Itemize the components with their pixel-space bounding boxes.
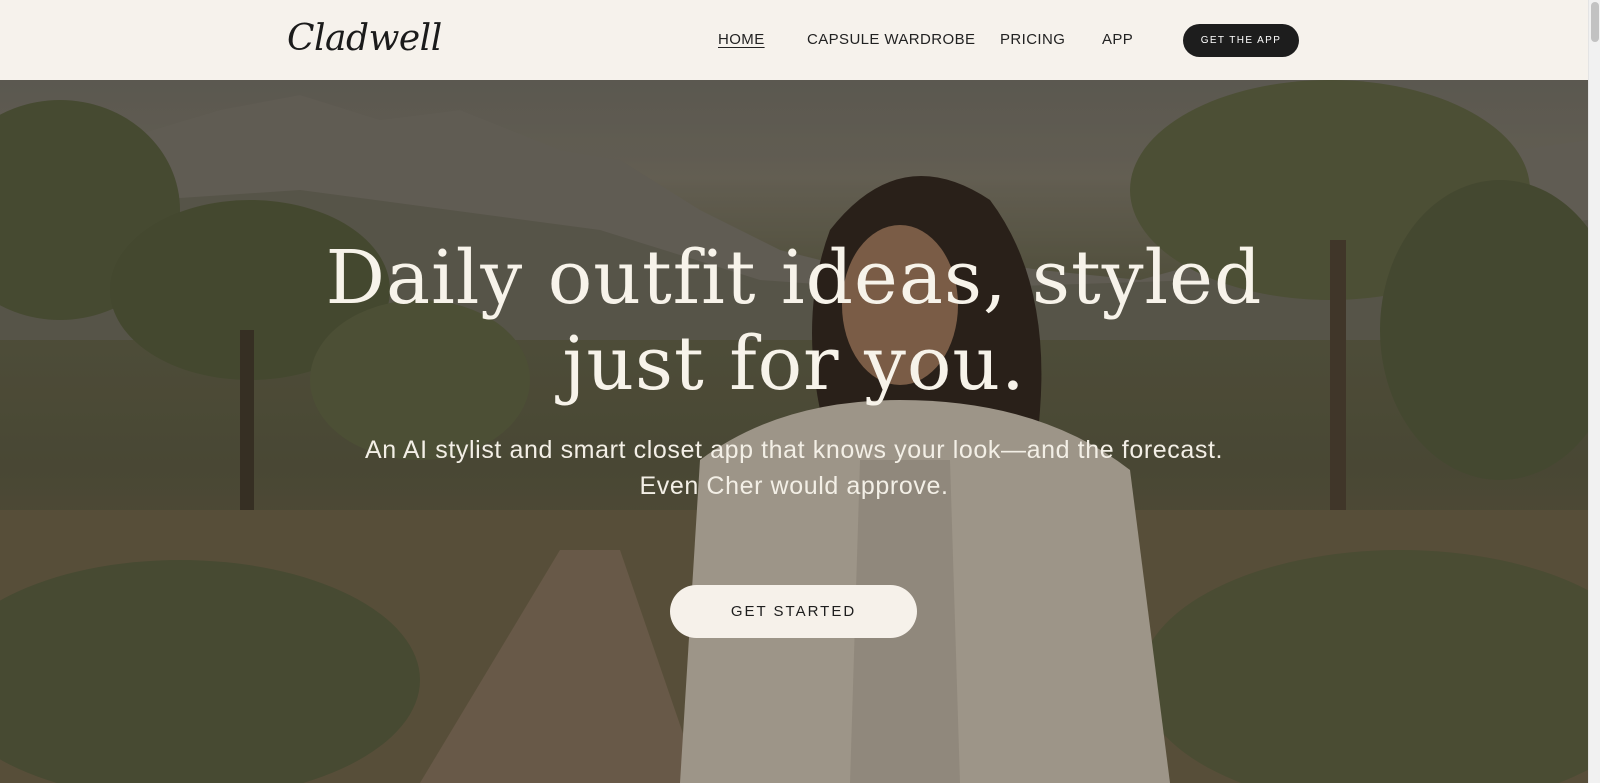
hero-subtitle-line-1: An AI stylist and smart closet app that … [364, 436, 1224, 464]
hero-headline-line-2: just for you. [562, 321, 1026, 407]
nav-link-home[interactable]: HOME [718, 31, 765, 48]
get-started-button[interactable]: GET STARTED [670, 585, 917, 638]
nav-link-app[interactable]: APP [1102, 31, 1133, 48]
scrollbar-thumb[interactable] [1591, 2, 1599, 42]
hero-subtitle: An AI stylist and smart closet app that … [0, 432, 1588, 504]
site-header: Cladwell HOME CAPSULE WARDROBE PRICING A… [0, 0, 1588, 80]
cladwell-logo[interactable]: Cladwell [287, 18, 442, 59]
hero-headline-line-1: Daily outfit ideas, styled [325, 235, 1263, 321]
hero-section: Daily outfit ideas, styled just for you.… [0, 80, 1588, 783]
hero-headline: Daily outfit ideas, styled just for you. [0, 235, 1588, 407]
get-the-app-button[interactable]: GET THE APP [1183, 24, 1299, 57]
nav-link-pricing[interactable]: PRICING [1000, 31, 1065, 48]
page-scrollbar[interactable] [1588, 0, 1600, 783]
nav-link-capsule-wardrobe[interactable]: CAPSULE WARDROBE [807, 31, 975, 48]
hero-subtitle-line-2: Even Cher would approve. [639, 472, 949, 500]
